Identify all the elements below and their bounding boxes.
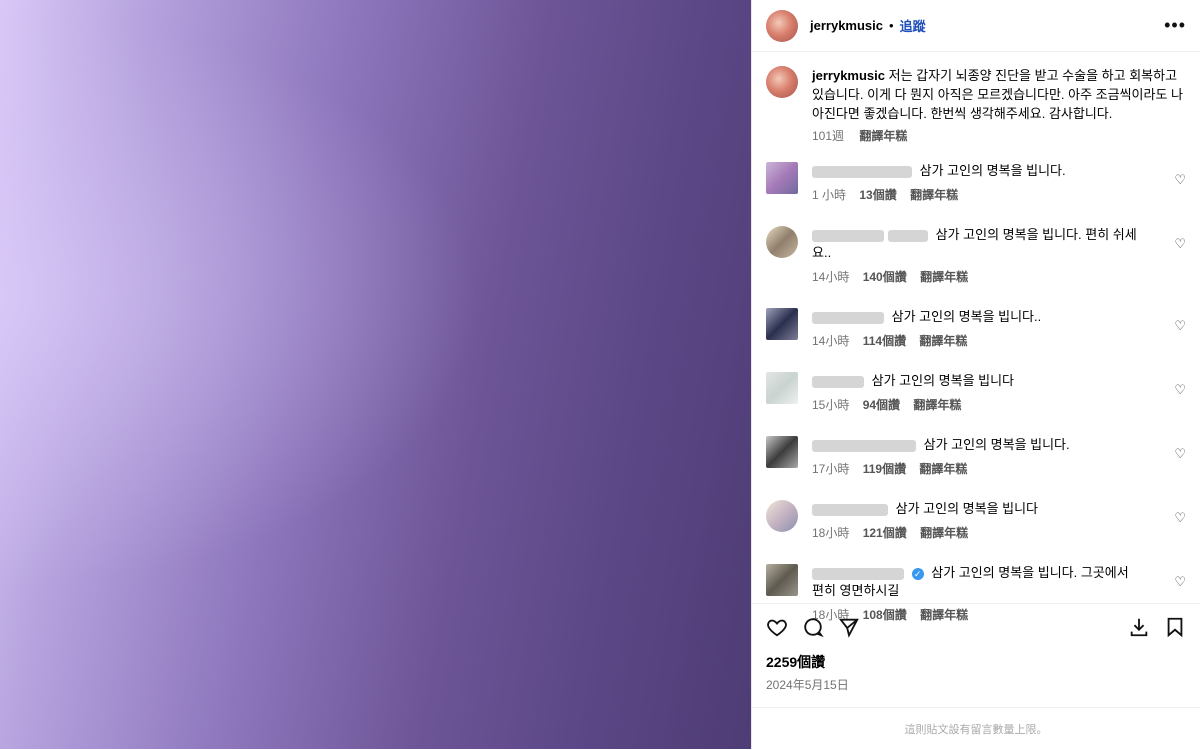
post-panel: jerrykmusic • 追蹤 ••• jerrykmusic 저는 갑자기 … <box>751 0 1200 749</box>
caption-username[interactable]: jerrykmusic <box>812 68 885 83</box>
blurred-username <box>812 165 912 178</box>
blurred-username <box>812 567 904 580</box>
separator-dot: • <box>889 18 894 33</box>
blurred-username <box>812 503 888 516</box>
post-header: jerrykmusic • 追蹤 ••• <box>752 0 1200 52</box>
comment-item: 삼가 고인의 명복을 빕니다. 1 小時 13個讚 翻譯年糕 ♡ <box>766 162 1186 204</box>
blurred-username <box>812 375 864 388</box>
post-date: 2024年5月15日 <box>766 678 849 692</box>
comment-item: 삼가 고인의 명복을 빕니다. 17小時 119個讚 翻譯年糕 ♡ <box>766 436 1186 478</box>
bookmark-icon[interactable] <box>1164 616 1186 638</box>
comment-likes[interactable]: 114個讚 <box>863 334 906 348</box>
comment-likes[interactable]: 94個讚 <box>863 398 900 412</box>
comment-likes[interactable]: 13個讚 <box>859 188 896 202</box>
comment-item: 삼가 고인의 명복을 빕니다. 편히 쉬세요.. 14小時 140個讚 翻譯年糕… <box>766 226 1186 286</box>
header-username[interactable]: jerrykmusic <box>810 18 883 33</box>
translate-link[interactable]: 翻譯年糕 <box>920 270 968 284</box>
comment-time: 17小時 <box>812 462 850 476</box>
comment-list: 삼가 고인의 명복을 빕니다. 1 小時 13個讚 翻譯年糕 ♡ 삼가 고인의 … <box>752 162 1200 624</box>
heart-icon[interactable]: ♡ <box>1174 574 1186 590</box>
commenter-avatar[interactable] <box>766 308 798 340</box>
translate-link[interactable]: 翻譯年糕 <box>920 526 968 540</box>
image-gradient <box>0 0 751 749</box>
translate-link[interactable]: 翻譯年糕 <box>919 462 967 476</box>
comment-item: 삼가 고인의 명복을 빕니다 15小時 94個讚 翻譯年糕 ♡ <box>766 372 1186 414</box>
blurred-username <box>812 439 916 452</box>
commenter-avatar[interactable] <box>766 500 798 532</box>
comment-limit-notice: 這則貼文設有留言數量上限。 <box>752 707 1200 750</box>
commenter-avatar[interactable] <box>766 372 798 404</box>
blurred-username <box>812 229 884 242</box>
like-count[interactable]: 2259個讚 <box>766 652 1186 672</box>
commenter-avatar[interactable] <box>766 162 798 194</box>
more-horizontal-icon[interactable]: ••• <box>1164 15 1186 36</box>
footer-text: 這則貼文設有留言數量上限。 <box>904 724 1048 736</box>
comment-text: 삼가 고인의 명복을 빕니다. <box>923 437 1070 452</box>
translate-link[interactable]: 翻譯年糕 <box>859 129 907 143</box>
comment-icon[interactable] <box>802 616 824 638</box>
commenter-avatar[interactable] <box>766 564 798 596</box>
post-image[interactable] <box>0 0 751 749</box>
commenter-avatar[interactable] <box>766 226 798 258</box>
comment-text: 삼가 고인의 명복을 빕니다 <box>895 501 1039 516</box>
comment-item: 삼가 고인의 명복을 빕니다 18小時 121個讚 翻譯年糕 ♡ <box>766 500 1186 542</box>
verified-badge-icon: ✓ <box>911 567 924 580</box>
avatar[interactable] <box>766 9 798 42</box>
heart-icon[interactable]: ♡ <box>1174 446 1186 462</box>
heart-icon[interactable]: ♡ <box>1174 382 1186 398</box>
blurred-username <box>812 311 884 324</box>
heart-icon[interactable]: ♡ <box>1174 318 1186 334</box>
comment-item: 삼가 고인의 명복을 빕니다.. 14小時 114個讚 翻譯年糕 ♡ <box>766 308 1186 350</box>
comment-time: 14小時 <box>812 334 850 348</box>
heart-icon[interactable]: ♡ <box>1174 172 1186 188</box>
post-actions: 2259個讚 2024年5月15日 <box>752 603 1200 693</box>
heart-icon[interactable]: ♡ <box>1174 510 1186 526</box>
heart-icon[interactable]: ♡ <box>1174 236 1186 252</box>
heart-icon[interactable] <box>766 616 788 638</box>
commenter-avatar[interactable] <box>766 436 798 468</box>
post-caption: jerrykmusic 저는 갑자기 뇌종양 진단을 받고 수술을 하고 회복하… <box>752 52 1200 146</box>
translate-link[interactable]: 翻譯年糕 <box>913 398 961 412</box>
comment-text: 삼가 고인의 명복을 빕니다 <box>871 373 1015 388</box>
comment-text: 삼가 고인의 명복을 빕니다.. <box>891 309 1042 324</box>
comment-text: 삼가 고인의 명복을 빕니다. <box>919 163 1066 178</box>
send-icon[interactable] <box>838 616 860 638</box>
comment-likes[interactable]: 140個讚 <box>863 270 907 284</box>
caption-avatar[interactable] <box>766 66 798 98</box>
comment-time: 1 小時 <box>812 188 847 202</box>
blurred-username <box>888 229 928 242</box>
comment-likes[interactable]: 119個讚 <box>863 462 906 476</box>
caption-time: 101週 <box>812 129 845 143</box>
download-icon[interactable] <box>1128 616 1150 638</box>
translate-link[interactable]: 翻譯年糕 <box>919 334 967 348</box>
follow-button[interactable]: 追蹤 <box>900 16 926 35</box>
translate-link[interactable]: 翻譯年糕 <box>910 188 958 202</box>
comment-time: 15小時 <box>812 398 850 412</box>
comment-time: 14小時 <box>812 270 850 284</box>
comment-time: 18小時 <box>812 526 850 540</box>
comment-likes[interactable]: 121個讚 <box>863 526 907 540</box>
